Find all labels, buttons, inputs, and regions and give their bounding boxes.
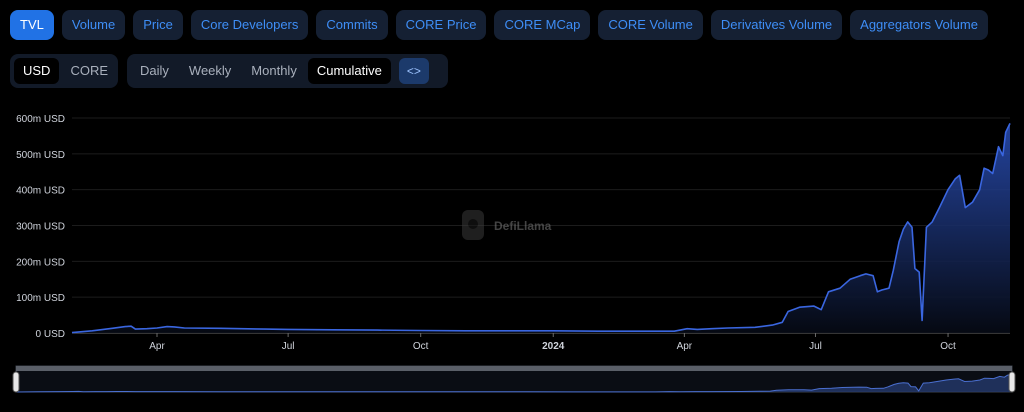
x-tick-label: Oct xyxy=(940,341,956,352)
code-icon: <> xyxy=(406,64,421,78)
tab-commits[interactable]: Commits xyxy=(316,10,388,40)
x-tick-label: Jul xyxy=(282,341,295,352)
y-tick-label: 300m USD xyxy=(16,222,65,233)
brush-top-bar[interactable] xyxy=(16,366,1012,371)
watermark-text: DefiLlama xyxy=(494,219,552,233)
y-tick-label: 500m USD xyxy=(16,150,65,161)
llama-logo-eye xyxy=(468,219,478,229)
tab-aggregators-volume[interactable]: Aggregators Volume xyxy=(850,10,988,40)
y-tick-label: 600m USD xyxy=(16,114,65,125)
chart-range-brush[interactable] xyxy=(0,362,1024,398)
currency-core-button[interactable]: CORE xyxy=(61,58,117,84)
x-tick-label: Oct xyxy=(413,341,429,352)
currency-usd-button[interactable]: USD xyxy=(14,58,60,84)
y-tick-label: 200m USD xyxy=(16,257,65,268)
embed-code-button[interactable]: <> xyxy=(398,58,429,84)
interval-monthly-button[interactable]: Monthly xyxy=(242,58,306,84)
tvl-chart: 0 USD 100m USD 200m USD 300m USD 400m USD 500… xyxy=(16,114,1011,352)
tab-derivatives-volume[interactable]: Derivatives Volume xyxy=(710,10,843,40)
tab-price[interactable]: Price xyxy=(133,10,183,40)
tab-core-developers[interactable]: Core Developers xyxy=(190,10,309,40)
tab-tvl[interactable]: TVL xyxy=(10,10,54,40)
interval-cumulative-button[interactable]: Cumulative xyxy=(307,58,391,84)
x-tick-label: Jul xyxy=(809,341,822,352)
interval-toggle: Daily Weekly Monthly Cumulative <> xyxy=(127,54,448,88)
brush-right-handle[interactable] xyxy=(1008,371,1016,393)
tab-volume[interactable]: Volume xyxy=(61,10,126,40)
tab-core-price[interactable]: CORE Price xyxy=(395,10,487,40)
x-tick-label: Apr xyxy=(149,341,165,352)
tab-core-volume[interactable]: CORE Volume xyxy=(598,10,703,40)
brush-left-handle[interactable] xyxy=(12,371,20,393)
x-tick-label: Apr xyxy=(677,341,693,352)
chart-metric-tabs: TVL Volume Price Core Developers Commits CORE… xyxy=(10,10,988,40)
tab-core-mcap[interactable]: CORE MCap xyxy=(494,10,591,40)
watermark: DefiLlama xyxy=(462,210,552,240)
y-tick-label: 0 USD xyxy=(36,329,65,340)
interval-daily-button[interactable]: Daily xyxy=(131,58,178,84)
y-tick-label: 400m USD xyxy=(16,186,65,197)
currency-toggle: USD CORE xyxy=(10,54,118,88)
x-tick-label: 2024 xyxy=(542,341,565,352)
interval-weekly-button[interactable]: Weekly xyxy=(180,58,240,84)
y-tick-label: 100m USD xyxy=(16,293,65,304)
